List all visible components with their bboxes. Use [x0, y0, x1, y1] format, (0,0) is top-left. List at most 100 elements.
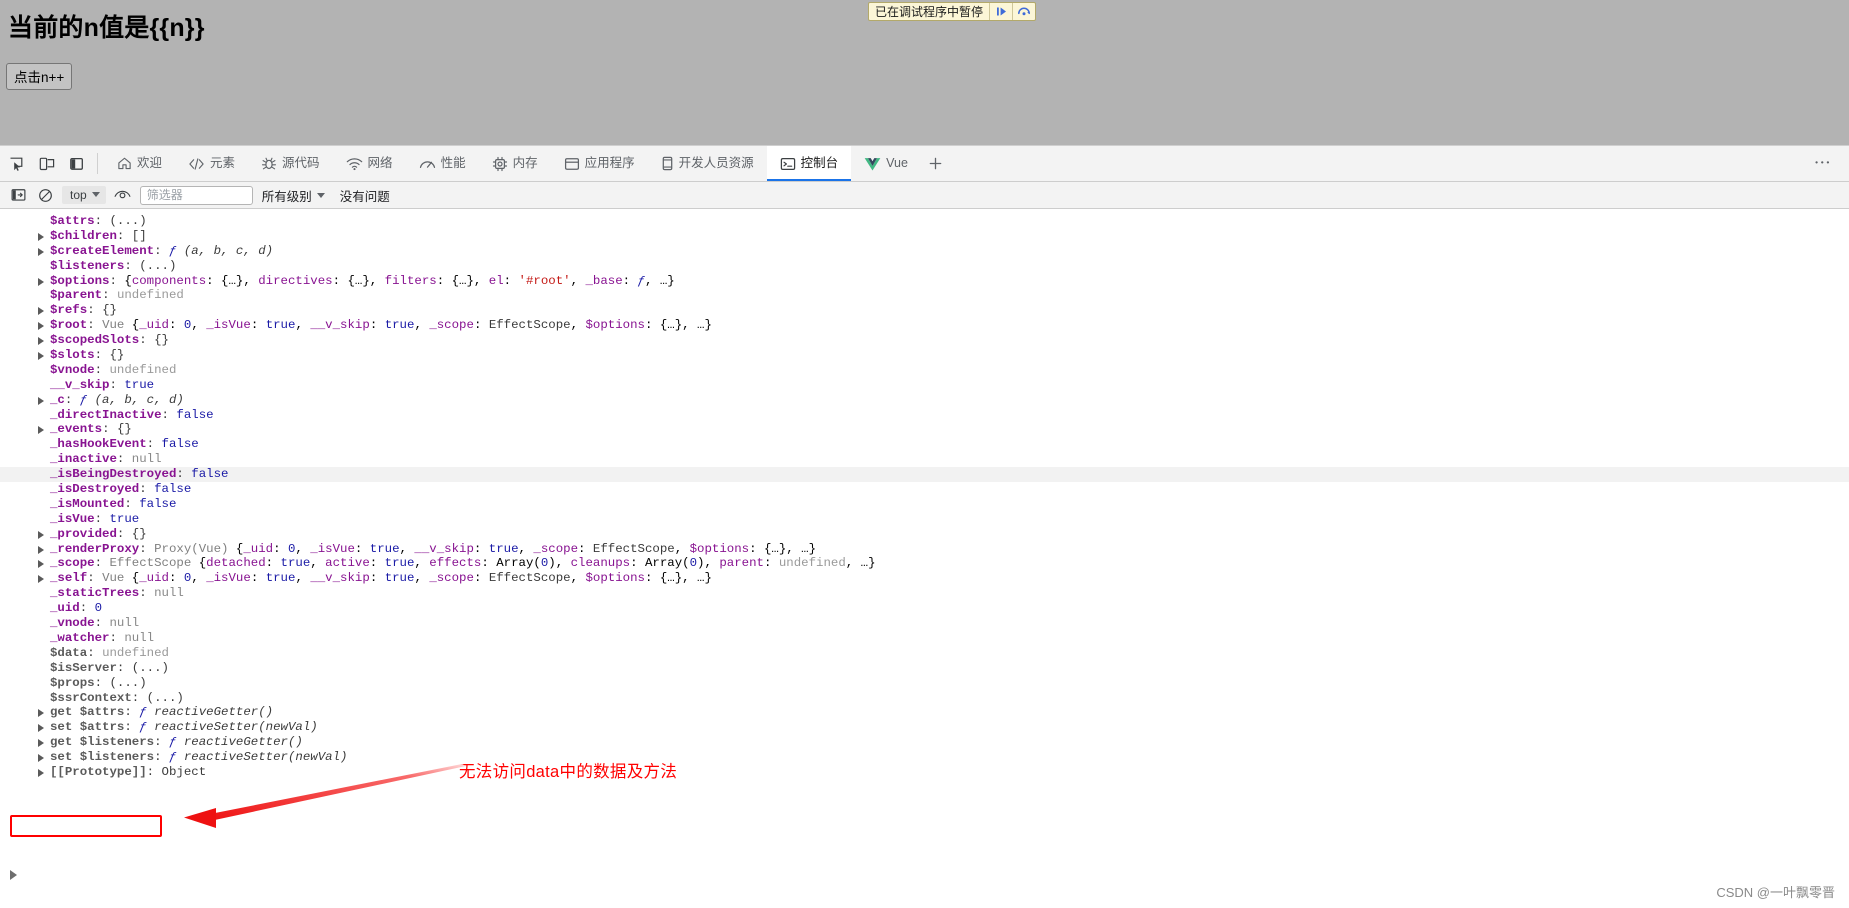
property-row[interactable]: _provided: {}: [0, 527, 1849, 542]
expand-arrow-icon[interactable]: [38, 724, 44, 733]
eye-icon[interactable]: [113, 185, 133, 205]
show-console-sidebar-icon[interactable]: [8, 185, 28, 205]
tab-elements[interactable]: 元素: [175, 146, 248, 181]
tab-sources[interactable]: 源代码: [248, 146, 333, 181]
property-row[interactable]: $vnode: undefined: [0, 363, 1849, 378]
console-filter-input[interactable]: [139, 185, 253, 205]
annotation-text: 无法访问data中的数据及方法: [459, 763, 678, 781]
paused-in-debugger-banner: 已在调试程序中暂停: [868, 2, 1037, 21]
property-row[interactable]: $children: []: [0, 229, 1849, 244]
property-row[interactable]: _hasHookEvent: false: [0, 437, 1849, 452]
expand-arrow-icon[interactable]: [38, 232, 44, 241]
expand-arrow-icon[interactable]: [38, 709, 44, 718]
annotation-highlight-box: [10, 815, 162, 837]
tab-network[interactable]: 网络: [333, 146, 406, 181]
tab-console[interactable]: 控制台: [766, 146, 852, 181]
page-title: 当前的n值是{{n}}: [8, 14, 205, 42]
expand-arrow-icon[interactable]: [38, 560, 44, 569]
property-key: _isBeingDestroyed: [50, 467, 177, 482]
device-toolbar-icon[interactable]: [36, 153, 58, 175]
expand-arrow-icon[interactable]: [38, 754, 44, 763]
console-input-prompt[interactable]: [0, 869, 1849, 887]
property-row[interactable]: $refs: {}: [0, 303, 1849, 318]
property-value: ƒ (a, b, c, d): [79, 392, 184, 407]
property-row[interactable]: $attrs: (...): [0, 214, 1849, 229]
expand-arrow-icon[interactable]: [38, 530, 44, 539]
property-row[interactable]: $createElement: ƒ (a, b, c, d): [0, 244, 1849, 259]
property-colon: :: [87, 318, 103, 333]
property-row[interactable]: _renderProxy: Proxy(Vue) {_uid: 0, _isVu…: [0, 542, 1849, 557]
toolbar-divider: [97, 153, 98, 174]
property-value: (...): [109, 675, 147, 690]
tab-developer-resources[interactable]: 开发人员资源: [648, 146, 767, 181]
expand-arrow-icon[interactable]: [38, 277, 44, 286]
property-row[interactable]: _uid: 0: [0, 601, 1849, 616]
property-row[interactable]: $scopedSlots: {}: [0, 333, 1849, 348]
property-row[interactable]: get $listeners: ƒ reactiveGetter(): [0, 735, 1849, 750]
property-row[interactable]: _c: ƒ (a, b, c, d): [0, 393, 1849, 408]
plus-icon[interactable]: [921, 146, 951, 181]
property-colon: :: [94, 675, 110, 690]
expand-arrow-icon[interactable]: [38, 768, 44, 777]
property-row[interactable]: $parent: undefined: [0, 288, 1849, 303]
property-row[interactable]: _isMounted: false: [0, 497, 1849, 512]
dock-side-icon[interactable]: [66, 153, 88, 175]
expand-arrow-icon[interactable]: [38, 322, 44, 331]
property-row[interactable]: $isServer: (...): [0, 661, 1849, 676]
inspect-element-icon[interactable]: [6, 153, 28, 175]
prompt-chevron-icon: [10, 870, 17, 880]
web-page-viewport: 当前的n值是{{n}} 点击n++: [0, 0, 1849, 145]
tab-welcome[interactable]: 欢迎: [104, 146, 175, 181]
expand-arrow-icon[interactable]: [38, 307, 44, 316]
expand-arrow-icon[interactable]: [38, 396, 44, 405]
property-row[interactable]: _events: {}: [0, 422, 1849, 437]
property-row[interactable]: _watcher: null: [0, 631, 1849, 646]
property-row[interactable]: _inactive: null: [0, 452, 1849, 467]
property-row[interactable]: _scope: EffectScope {detached: true, act…: [0, 556, 1849, 571]
increment-n-button[interactable]: 点击n++: [6, 63, 73, 90]
property-row[interactable]: $slots: {}: [0, 348, 1849, 363]
property-row[interactable]: $data: undefined: [0, 646, 1849, 661]
execution-context-selector[interactable]: top: [62, 186, 106, 204]
property-value: false: [161, 437, 199, 452]
log-level-label: 所有级别: [261, 189, 312, 204]
property-row[interactable]: set $attrs: ƒ reactiveSetter(newVal): [0, 720, 1849, 735]
tab-memory[interactable]: 内存: [479, 146, 551, 181]
property-row[interactable]: $props: (...): [0, 676, 1849, 691]
property-row[interactable]: _vnode: null: [0, 616, 1849, 631]
property-row[interactable]: _isDestroyed: false: [0, 482, 1849, 497]
issues-counter[interactable]: 没有问题: [340, 186, 390, 205]
property-row[interactable]: _directInactive: false: [0, 408, 1849, 423]
expand-arrow-icon[interactable]: [38, 575, 44, 584]
expand-arrow-icon[interactable]: [38, 352, 44, 361]
step-over-icon[interactable]: [1012, 3, 1035, 20]
property-row[interactable]: $ssrContext: (...): [0, 691, 1849, 706]
expand-arrow-icon[interactable]: [38, 337, 44, 346]
property-row[interactable]: $root: Vue {_uid: 0, _isVue: true, __v_s…: [0, 318, 1849, 333]
log-level-selector[interactable]: 所有级别: [260, 186, 327, 205]
property-key: _directInactive: [50, 407, 162, 422]
property-row[interactable]: set $listeners: ƒ reactiveSetter(newVal): [0, 750, 1849, 765]
property-row[interactable]: _isBeingDestroyed: false: [0, 467, 1849, 483]
property-row[interactable]: $options: {components: {…}, directives: …: [0, 274, 1849, 289]
property-row[interactable]: [[Prototype]]: Object: [0, 765, 1849, 780]
resume-script-icon[interactable]: [989, 3, 1012, 20]
kebab-menu-icon[interactable]: ⋯: [1811, 152, 1835, 176]
expand-arrow-icon[interactable]: [38, 739, 44, 748]
home-icon: [117, 156, 132, 171]
property-row[interactable]: __v_skip: true: [0, 378, 1849, 393]
property-colon: :: [146, 764, 162, 779]
property-row[interactable]: get $attrs: ƒ reactiveGetter(): [0, 705, 1849, 720]
property-row[interactable]: $listeners: (...): [0, 259, 1849, 274]
property-row[interactable]: _staticTrees: null: [0, 586, 1849, 601]
property-key: [[Prototype]]: [50, 764, 147, 779]
clear-console-icon[interactable]: [35, 185, 55, 205]
expand-arrow-icon[interactable]: [38, 426, 44, 435]
expand-arrow-icon[interactable]: [38, 545, 44, 554]
tab-application[interactable]: 应用程序: [551, 146, 648, 181]
property-row[interactable]: _self: Vue {_uid: 0, _isVue: true, __v_s…: [0, 571, 1849, 586]
tab-performance[interactable]: 性能: [406, 146, 479, 181]
tab-vue[interactable]: Vue: [851, 146, 921, 181]
expand-arrow-icon[interactable]: [38, 247, 44, 256]
property-row[interactable]: _isVue: true: [0, 512, 1849, 527]
